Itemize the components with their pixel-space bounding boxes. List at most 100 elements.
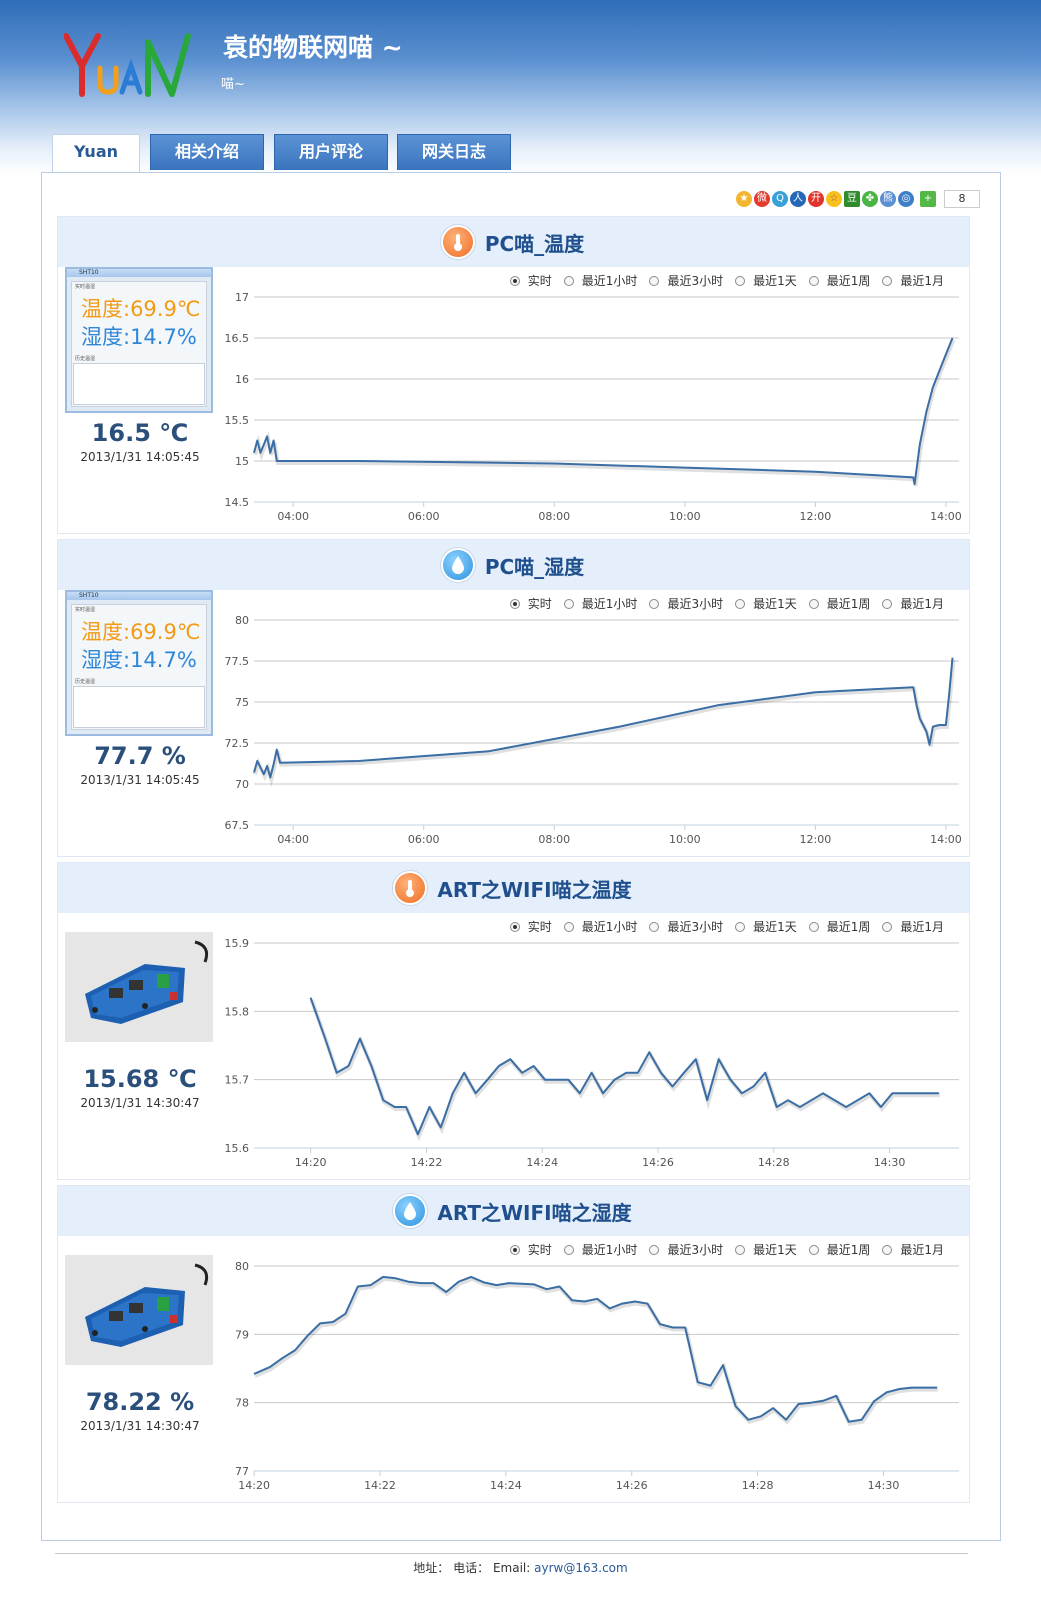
water-drop-icon (395, 1196, 426, 1226)
sensor-panel-pc-humidity: PC喵_湿度 SHT10 实时温湿 温度:69.9℃ 湿度:14.7% 历史温湿… (57, 539, 970, 857)
footer-email-link[interactable]: ayrw@163.com (534, 1561, 628, 1575)
tab-comments[interactable]: 用户评论 (274, 134, 388, 170)
device-photo[interactable] (65, 932, 213, 1042)
y-tick-label: 15.8 (225, 1005, 250, 1018)
panel-header: ART之WIFI喵之湿度 (58, 1186, 969, 1236)
y-tick-label: 15.9 (225, 937, 250, 950)
x-tick-label: 14:28 (742, 1479, 774, 1492)
sensor-thumbnail[interactable]: SHT10 实时温湿 温度:69.9℃ 湿度:14.7% 历史温湿 (65, 267, 213, 413)
y-tick-label: 80 (235, 1260, 249, 1273)
footer-address-label: 地址： (413, 1561, 450, 1575)
kaixin-icon[interactable]: 开 (808, 191, 824, 207)
water-drop-icon (442, 550, 473, 580)
y-tick-label: 16 (235, 373, 249, 386)
y-tick-label: 70 (235, 778, 249, 791)
sensor-panel-pc-temperature: PC喵_温度 SHT10 实时温湿 温度:69.9℃ 湿度:14.7% 历史温湿… (57, 216, 970, 534)
site-footer: 地址： 电话： Email: ayrw@163.com (0, 1559, 1041, 1576)
x-tick-label: 08:00 (538, 510, 570, 523)
line-chart-wifi-temperature[interactable]: 15.9 15.8 15.7 15.6 14:20 14:22 14:24 14:26 14:2… (224, 933, 964, 1173)
share-count: 8 (944, 190, 980, 208)
line-chart-wifi-humidity[interactable]: 80 79 78 7714:20 14:22 14:24 14:26 14:28 14:30 (224, 1256, 964, 1496)
sensor-thumbnail[interactable]: SHT10 实时温湿 温度:69.9℃ 湿度:14.7% 历史温湿 (65, 590, 213, 736)
footer-divider (55, 1553, 968, 1554)
x-tick-label: 14:26 (616, 1479, 648, 1492)
panel-title: ART之WIFI喵之湿度 (437, 1200, 632, 1225)
site-subtitle: 喵~ (221, 77, 245, 92)
douban-icon[interactable]: 豆 (844, 191, 860, 207)
x-tick-label: 06:00 (408, 833, 440, 846)
x-tick-label: 04:00 (277, 510, 309, 523)
x-tick-label: 04:00 (277, 833, 309, 846)
x-tick-label: 10:00 (669, 510, 701, 523)
y-tick-label: 78 (235, 1397, 249, 1410)
clover-icon[interactable]: ✤ (862, 191, 878, 207)
x-tick-label: 12:00 (800, 510, 832, 523)
y-tick-label: 16.5 (225, 332, 250, 345)
x-tick-label: 08:00 (538, 833, 570, 846)
site-logo[interactable] (63, 32, 194, 102)
share-bar: ★ 微 Q 人 开 ☆ 豆 ✤ 熊 ◎ + 8 (736, 190, 980, 208)
current-value: 16.5 ℃ (91, 419, 189, 447)
more-icon[interactable]: + (920, 191, 936, 207)
y-tick-label: 75 (235, 696, 249, 709)
footer-phone-label: 电话： (453, 1561, 490, 1575)
qq-weibo-icon[interactable]: Q (772, 191, 788, 207)
x-tick-label: 14:00 (930, 510, 962, 523)
line-chart-pc-temperature[interactable]: 17 16.5 16 15.5 15 14.5 04:00 06:00 08:00 10:00 12… (224, 287, 964, 527)
panel-header: PC喵_温度 (58, 217, 969, 267)
series-shadow (309, 999, 940, 1142)
panel-header: ART之WIFI喵之温度 (58, 863, 969, 913)
y-tick-label: 15.5 (225, 414, 250, 427)
reading-time: 2013/1/31 14:30:47 (80, 1096, 200, 1110)
sensor-panel-wifi-humidity: ART之WIFI喵之湿度 78.22 % 2013/1/31 14:30:47 … (57, 1185, 970, 1503)
thermometer-icon (442, 227, 473, 257)
series-shadow (254, 1276, 939, 1427)
x-tick-label: 14:30 (874, 1156, 906, 1169)
reading-time: 2013/1/31 14:30:47 (80, 1419, 200, 1433)
site-title: 袁的物联网喵 ~ (223, 33, 403, 62)
panel-title: ART之WIFI喵之温度 (437, 877, 632, 902)
panel-header: PC喵_湿度 (58, 540, 969, 590)
x-tick-label: 14:28 (758, 1156, 790, 1169)
y-tick-label: 14.5 (225, 496, 250, 509)
y-tick-label: 80 (235, 614, 249, 627)
renren-icon[interactable]: 人 (790, 191, 806, 207)
device-photo[interactable] (65, 1255, 213, 1365)
y-tick-label: 77 (235, 1465, 249, 1478)
x-tick-label: 14:22 (411, 1156, 443, 1169)
favorite-icon[interactable]: ☆ (826, 191, 842, 207)
tab-intro[interactable]: 相关介绍 (150, 134, 264, 170)
yuan-logo-icon (63, 33, 191, 97)
weibo-icon[interactable]: 微 (754, 191, 770, 207)
line-chart-pc-humidity[interactable]: 80 77.5 75 72.5 70 67.5 04:00 06:00 08:00 10:00 12… (224, 610, 964, 850)
qzone-icon[interactable]: ★ (736, 191, 752, 207)
x-tick-label: 14:26 (642, 1156, 674, 1169)
sensor-panel-wifi-temperature: ART之WIFI喵之温度 15.68 ℃ 2013/1/31 14:30:47 … (57, 862, 970, 1180)
series-line[interactable] (253, 657, 954, 779)
series-line[interactable] (309, 997, 939, 1136)
y-tick-label: 79 (235, 1328, 249, 1341)
current-value: 78.22 % (85, 1388, 195, 1416)
panel-title: PC喵_温度 (484, 231, 585, 256)
globe-icon[interactable]: ◎ (898, 191, 914, 207)
current-value: 77.7 % (94, 742, 186, 770)
y-tick-label: 72.5 (225, 737, 250, 750)
main-content: ★ 微 Q 人 开 ☆ 豆 ✤ 熊 ◎ + 8 PC喵_温度 SHT10 实时温… (41, 172, 1001, 1541)
y-tick-label: 15.6 (225, 1142, 250, 1155)
x-tick-label: 06:00 (408, 510, 440, 523)
x-tick-label: 10:00 (669, 833, 701, 846)
x-tick-label: 14:22 (364, 1479, 396, 1492)
y-tick-label: 77.5 (225, 655, 250, 668)
x-tick-label: 14:30 (868, 1479, 900, 1492)
current-value: 15.68 ℃ (83, 1065, 197, 1093)
tieba-icon[interactable]: 熊 (880, 191, 896, 207)
x-tick-label: 14:24 (490, 1479, 522, 1492)
x-tick-label: 12:00 (800, 833, 832, 846)
y-tick-label: 67.5 (225, 819, 250, 832)
thumb-humidity-text: 湿度:14.7% (81, 325, 197, 349)
thumb-humidity-text: 湿度:14.7% (81, 648, 197, 672)
tab-yuan[interactable]: Yuan (52, 134, 140, 173)
reading-time: 2013/1/31 14:05:45 (80, 450, 200, 464)
tab-gateway-log[interactable]: 网关日志 (397, 134, 511, 170)
footer-email-label: Email: (492, 1561, 531, 1575)
